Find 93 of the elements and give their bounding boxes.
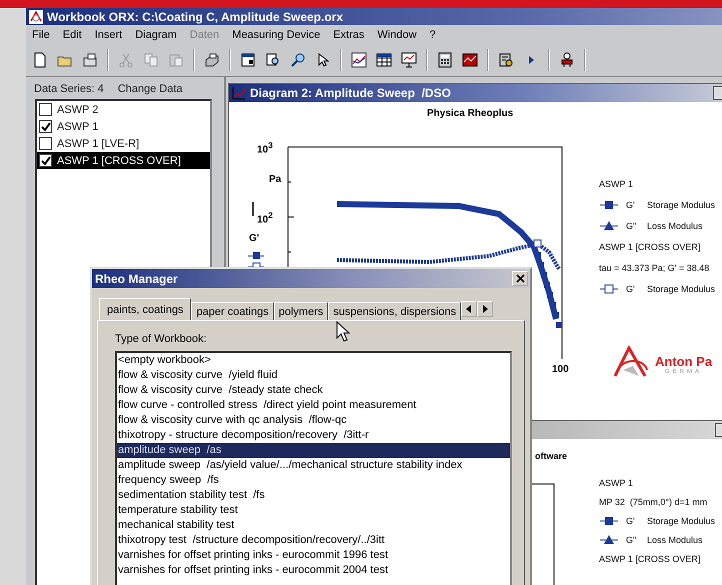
data-series-item[interactable]: ASWP 1 [LVE-R] bbox=[37, 135, 210, 152]
left-arrow-icon bbox=[466, 305, 472, 313]
legend-label: Storage Modulus bbox=[647, 284, 716, 294]
diagram-title: Diagram 2: Amplitude Sweep /DSO bbox=[250, 86, 451, 100]
legend-label: Loss Modulus bbox=[647, 221, 703, 231]
scroll-right-button[interactable] bbox=[477, 301, 494, 317]
workbook-type-item[interactable]: thixotropy - structure decomposition/recovery /3itt-r bbox=[117, 428, 510, 443]
chart-title: oftware bbox=[535, 451, 568, 461]
legend-symbol: G" bbox=[626, 535, 638, 545]
presentation-icon[interactable] bbox=[401, 52, 417, 68]
workbook-type-item[interactable]: temperature stability test bbox=[117, 503, 510, 518]
legend-marker-icon bbox=[599, 535, 619, 545]
legend-heading: ASWP 1 [CROSS OVER] bbox=[599, 242, 700, 252]
legend-symbol: G' bbox=[626, 200, 636, 210]
workbook-type-item[interactable]: mechanical stability test bbox=[117, 518, 510, 533]
workbook-type-item[interactable]: flow & viscosity curve /steady state check bbox=[117, 383, 510, 398]
workbook-type-item[interactable]: varnishes for offset printing inks - eurocommit 2004 test bbox=[117, 563, 510, 578]
chart-icon[interactable] bbox=[462, 52, 478, 68]
line-chart-icon[interactable] bbox=[351, 52, 367, 68]
workbook-type-item[interactable]: amplitude sweep /as bbox=[117, 443, 510, 458]
legend-label: Loss Modulus bbox=[647, 535, 703, 545]
menu-item[interactable]: Edit bbox=[62, 29, 82, 41]
legend-symbol: G" bbox=[626, 221, 638, 231]
tab[interactable]: paints, coatings bbox=[99, 298, 192, 320]
workbook-type-item[interactable]: flow & viscosity curve with qc analysis /flow-qc bbox=[117, 413, 510, 428]
line-chart-icon bbox=[232, 86, 246, 100]
tab[interactable]: paper coatings bbox=[191, 302, 274, 320]
tab[interactable]: suspensions, dispersions bbox=[328, 302, 462, 320]
legend-marker-icon bbox=[599, 200, 619, 210]
data-series-item[interactable]: ASWP 2 bbox=[37, 101, 210, 118]
legend-heading: ASWP 1 [CROSS OVER] bbox=[599, 554, 700, 564]
workbook-type-item[interactable]: flow & viscosity curve /yield fluid bbox=[117, 368, 510, 383]
printer-icon[interactable] bbox=[204, 52, 220, 68]
axis-label: G' bbox=[249, 233, 260, 244]
legend-heading: ASWP 1 bbox=[599, 478, 633, 488]
menu-item[interactable]: ? bbox=[430, 29, 436, 41]
legend-symbol: G' bbox=[626, 516, 636, 526]
menu-item[interactable]: Extras bbox=[333, 29, 364, 41]
legend-heading: tau = 43.373 Pa; G' = 38.48 bbox=[599, 263, 710, 273]
checkbox[interactable] bbox=[39, 154, 52, 167]
data-series-count: Data Series: 4 bbox=[34, 83, 104, 95]
right-arrow-icon bbox=[482, 305, 488, 313]
legend-marker-icon bbox=[599, 516, 619, 526]
window-icon[interactable] bbox=[240, 52, 256, 68]
legend-heading: ASWP 1 bbox=[599, 179, 633, 189]
axis-tick-label: 10$^{2}$ bbox=[257, 210, 273, 226]
workbook-type-item[interactable]: amplitude sweep /as/yield value/.../mechanical structure stability index bbox=[117, 458, 510, 473]
device-settings-icon[interactable] bbox=[498, 52, 514, 68]
workbook-type-item[interactable]: sedimentation stability test /fs bbox=[117, 488, 510, 503]
checkbox[interactable] bbox=[39, 103, 52, 116]
logo-name: Anton Pa bbox=[655, 354, 712, 368]
menu-item[interactable]: Diagram bbox=[135, 29, 177, 41]
menu-item[interactable]: Insert bbox=[94, 29, 122, 41]
zoom-document-icon[interactable] bbox=[265, 52, 281, 68]
checkbox[interactable] bbox=[39, 120, 52, 133]
axis-tick-label: 100 bbox=[552, 364, 569, 375]
checkbox[interactable] bbox=[39, 137, 52, 150]
app-icon bbox=[29, 10, 43, 24]
table-icon[interactable] bbox=[376, 52, 392, 68]
menu-item[interactable]: File bbox=[32, 29, 50, 41]
calculator-icon[interactable] bbox=[437, 52, 453, 68]
scroll-left-button[interactable] bbox=[461, 301, 478, 317]
legend-marker-icon bbox=[599, 221, 619, 231]
data-series-item[interactable]: ASWP 1 [CROSS OVER] bbox=[37, 152, 210, 169]
workbook-type-item[interactable]: frequency sweep /fs bbox=[117, 473, 510, 488]
chart-title: Physica Rheoplus bbox=[427, 108, 514, 119]
new-document-icon[interactable] bbox=[32, 52, 48, 68]
legend-heading: MP 32 (75mm,0°) d=1 mm bbox=[599, 497, 708, 507]
legend-marker-icon bbox=[599, 284, 619, 294]
list-label: Type of Workbook: bbox=[115, 333, 208, 345]
close-button[interactable] bbox=[512, 271, 528, 286]
data-series-item[interactable]: ASWP 1 bbox=[37, 118, 210, 135]
axis-tick-label: 10$^{3}$ bbox=[257, 140, 273, 156]
workbook-type-item[interactable]: thixotropy test /structure decomposition/recovery/../3itt bbox=[117, 533, 510, 548]
legend-label: Storage Modulus bbox=[647, 200, 716, 210]
menu-item[interactable]: Measuring Device bbox=[232, 29, 320, 41]
workbook-type-item[interactable]: varnishes for offset printing inks - eurocommit 1996 test bbox=[117, 548, 510, 563]
tab[interactable]: polymers bbox=[274, 302, 328, 320]
save-icon[interactable] bbox=[82, 52, 98, 68]
change-data-link[interactable]: Change Data bbox=[118, 83, 183, 95]
search-icon[interactable] bbox=[290, 52, 306, 68]
workbook-type-item[interactable]: <empty workbook> bbox=[117, 353, 510, 368]
storage-marker-icon bbox=[248, 252, 264, 259]
crossover-marker bbox=[534, 240, 542, 248]
close-icon bbox=[516, 274, 524, 283]
legend-symbol: G' bbox=[626, 284, 636, 294]
window-title: Workbook ORX: C:\Coating C, Amplitude Sweep.orx bbox=[47, 10, 344, 24]
menu-item[interactable]: Window bbox=[377, 29, 417, 41]
dialog-title: Rheo Manager bbox=[95, 272, 178, 286]
workbook-type-item[interactable]: flow curve - controlled stress /direct yield point measurement bbox=[117, 398, 510, 413]
person-icon[interactable] bbox=[559, 52, 575, 68]
legend-label: Storage Modulus bbox=[647, 516, 716, 526]
axis-unit: Pa bbox=[269, 174, 282, 185]
